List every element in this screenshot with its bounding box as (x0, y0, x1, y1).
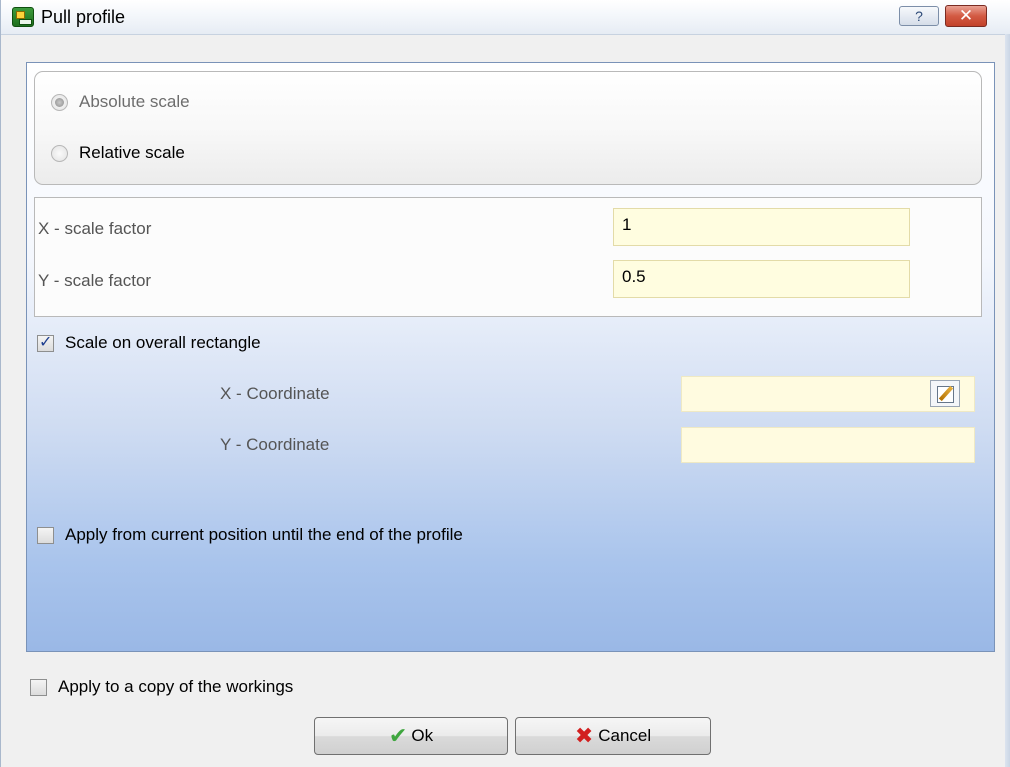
y-coordinate-label: Y - Coordinate (220, 435, 330, 454)
radio-relative-scale[interactable]: Relative scale (51, 143, 185, 163)
app-icon (12, 7, 34, 27)
cancel-button[interactable]: ✖ Cancel (515, 717, 711, 755)
close-icon: ✕ (958, 6, 974, 25)
red-x-icon: ✖ (574, 723, 594, 748)
y-scale-factor-input[interactable]: 0.5 (613, 260, 910, 298)
scale-mode-group (34, 71, 982, 185)
title-bar: Pull profile ? ✕ (1, 0, 1010, 35)
x-coordinate-label: X - Coordinate (220, 384, 330, 403)
y-coordinate-input[interactable] (681, 427, 975, 463)
ok-button[interactable]: ✔ Ok (314, 717, 508, 755)
scale-on-overall-rectangle-label: Scale on overall rectangle (65, 333, 261, 352)
apply-to-copy-checkbox[interactable]: Apply to a copy of the workings (30, 677, 293, 697)
pull-profile-dialog: Pull profile ? ✕ Absolute scale Relative… (0, 0, 1010, 767)
window-title: Pull profile (41, 7, 126, 27)
checkbox-checked[interactable] (37, 332, 54, 352)
cancel-button-label: Cancel (598, 726, 652, 745)
apply-from-current-position-checkbox[interactable]: Apply from current position until the en… (37, 525, 463, 545)
x-scale-factor-input[interactable]: 1 (613, 208, 910, 246)
radio-button[interactable] (51, 144, 68, 162)
checkmark-icon: ✔ (388, 723, 408, 748)
radio-absolute-label: Absolute scale (79, 92, 190, 111)
x-scale-factor-label: X - scale factor (38, 219, 152, 238)
help-icon: ? (915, 8, 923, 24)
radio-absolute-scale[interactable]: Absolute scale (51, 92, 190, 112)
y-scale-factor-label: Y - scale factor (38, 271, 152, 290)
apply-to-copy-label: Apply to a copy of the workings (58, 677, 294, 696)
edit-picker-icon[interactable] (930, 380, 960, 407)
window-frame-edge (1005, 34, 1010, 767)
close-button[interactable]: ✕ (945, 5, 987, 27)
radio-button-selected[interactable] (51, 93, 68, 111)
scale-on-overall-rectangle-checkbox[interactable]: Scale on overall rectangle (37, 332, 261, 353)
radio-relative-label: Relative scale (79, 143, 185, 162)
apply-from-current-position-label: Apply from current position until the en… (65, 525, 463, 544)
checkbox-unchecked[interactable] (30, 678, 47, 696)
ok-button-label: Ok (411, 726, 434, 745)
help-button[interactable]: ? (899, 6, 939, 26)
checkbox-unchecked[interactable] (37, 526, 54, 544)
